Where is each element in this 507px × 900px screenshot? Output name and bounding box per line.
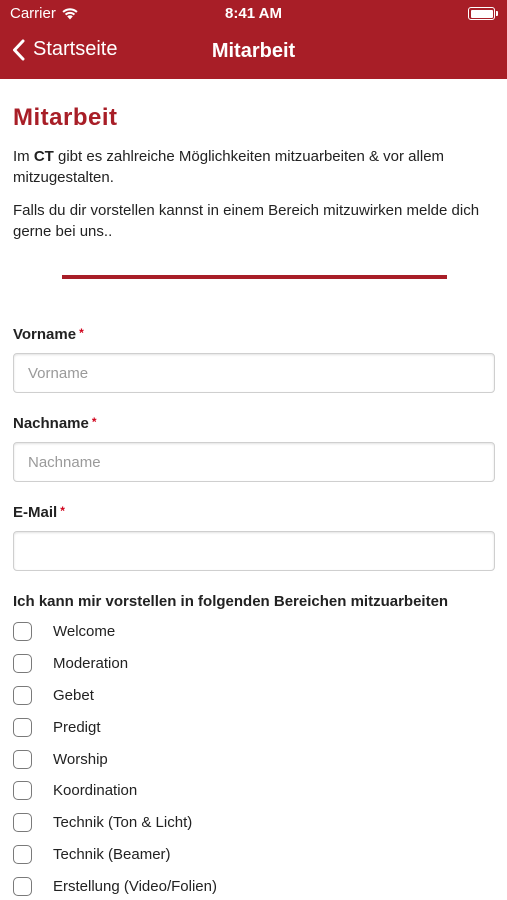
checkbox[interactable] [13,717,32,737]
areas-label: Ich kann mir vorstellen in folgenden Ber… [13,593,449,610]
area-label: Technik (Ton & Licht) [53,814,193,832]
checkbox[interactable] [13,876,32,896]
area-option-koordination[interactable]: Koordination [13,775,495,807]
area-option-gebet[interactable]: Gebet [13,680,495,712]
area-label: Welcome [53,623,116,641]
checkbox[interactable] [13,654,32,674]
checkbox[interactable] [13,749,32,769]
email-label: E-Mail * [13,504,495,521]
checkbox[interactable] [13,685,32,705]
status-bar: Carrier 8:41 AM [0,0,507,28]
nav-title: Mitarbeit [211,40,296,62]
area-option-moderation[interactable]: Moderation [13,648,495,680]
top-bar: Carrier 8:41 AM Startseite Mitarbeit [0,0,507,79]
vorname-placeholder: Vorname [28,364,89,382]
area-label: Predigt [53,718,101,736]
email-field[interactable] [13,531,495,571]
required-marker: * [60,504,65,518]
checkbox[interactable] [13,844,32,864]
checkbox[interactable] [13,813,32,833]
checkbox[interactable] [13,781,32,801]
area-option-welcome[interactable]: Welcome [13,616,495,648]
intro-bold: CT [33,148,54,165]
nachname-label: Nachname * [13,415,495,432]
nachname-field[interactable]: Nachname [13,442,495,482]
required-marker: * [91,415,97,429]
clock: 8:41 AM [225,5,282,22]
intro-text: Im CT gibt es zahlreiche Möglichkeiten m… [13,146,495,188]
area-label: Technik (Beamer) [53,845,171,863]
area-option-worship[interactable]: Worship [13,743,495,775]
intro-prefix: Im [13,148,34,165]
nachname-label-text: Nachname [13,415,89,432]
area-option-predigt[interactable]: Predigt [13,711,495,743]
areas-list: Welcome Moderation Gebet Predigt Worship… [13,616,495,900]
page-title: Mitarbeit [13,104,118,131]
vorname-label: Vorname * [13,326,495,343]
divider [62,275,447,279]
intro-text-2: Falls du dir vorstellen kannst in einem … [13,202,480,240]
area-label: Worship [53,750,108,768]
checkbox[interactable] [13,622,32,642]
navigation-bar: Startseite Mitarbeit [0,28,507,79]
battery-icon [468,7,498,20]
main-content: Mitarbeit Im CT gibt es zahlreiche Mögli… [13,100,495,900]
required-marker: * [79,326,84,340]
area-option-erstellung[interactable]: Erstellung (Video/Folien) [13,870,495,900]
area-label: Moderation [53,655,129,673]
area-label: Koordination [53,782,138,800]
intro-rest: gibt es zahlreiche Möglichkeiten mitzuar… [13,148,445,186]
area-option-technik-beamer[interactable]: Technik (Beamer) [13,839,495,871]
area-option-technik-ton-licht[interactable]: Technik (Ton & Licht) [13,807,495,839]
vorname-field[interactable]: Vorname [13,353,495,393]
vorname-label-text: Vorname [13,326,77,343]
nachname-placeholder: Nachname [28,453,101,471]
area-label: Gebet [53,686,94,704]
area-label: Erstellung (Video/Folien) [53,877,217,895]
email-label-text: E-Mail [13,504,58,521]
